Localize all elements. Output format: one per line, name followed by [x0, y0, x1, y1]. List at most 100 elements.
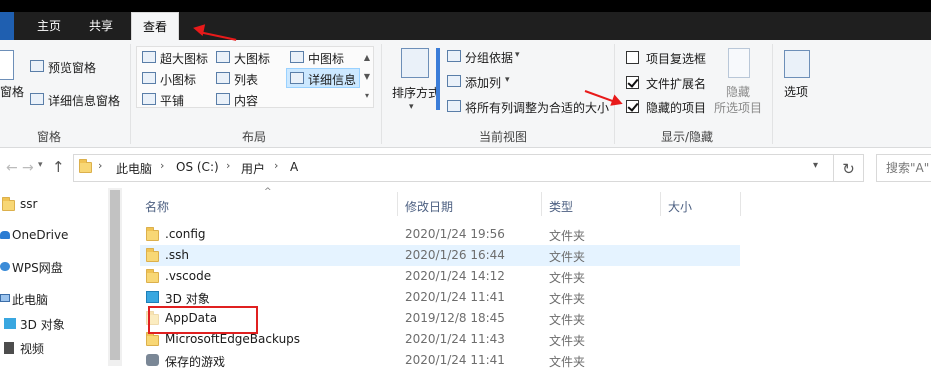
divider [130, 44, 131, 144]
nav-item-wps[interactable]: WPS网盘 [12, 259, 63, 276]
file-type: 文件夹 [549, 355, 586, 369]
column-header-name[interactable]: 名称 [145, 198, 169, 215]
chevron-right-icon[interactable]: › [274, 159, 278, 172]
sort-by-icon [401, 48, 429, 78]
item-checkboxes-label[interactable]: 项目复选框 [646, 50, 706, 67]
wps-cloud-icon [0, 262, 10, 271]
column-divider[interactable] [541, 192, 542, 216]
breadcrumb-this-pc[interactable]: 此电脑 [116, 160, 152, 177]
sort-by-dropdown-icon: ▾ [409, 102, 414, 112]
column-header-size[interactable]: 大小 [668, 198, 692, 215]
file-extensions-checkbox[interactable] [626, 76, 639, 89]
file-modified: 2020/1/24 11:41 [405, 290, 505, 304]
hidden-items-label[interactable]: 隐藏的项目 [646, 99, 706, 116]
nav-pane-icon[interactable] [0, 50, 14, 80]
folder-icon [146, 227, 159, 241]
nav-item-3d-objects[interactable]: 3D 对象 [20, 316, 65, 333]
sort-by-button[interactable]: 排序方式 [392, 84, 440, 101]
file-type: 文件夹 [549, 250, 586, 264]
options-icon [784, 50, 810, 78]
tab-home[interactable]: 主页 [28, 12, 70, 40]
details-pane-icon [30, 93, 44, 105]
item-checkboxes-checkbox[interactable] [626, 51, 639, 64]
tab-share[interactable]: 共享 [80, 12, 122, 40]
extra-large-icons-icon [142, 51, 156, 63]
file-row[interactable]: .config 2020/1/24 19:56 文件夹 [140, 224, 740, 245]
layout-details[interactable]: 详细信息 [308, 71, 356, 88]
layout-extra-large-icons[interactable]: 超大图标 [160, 50, 208, 67]
size-all-columns-button[interactable]: 将所有列调整为合适的大小 [465, 99, 609, 116]
file-row[interactable]: 保存的游戏 2020/1/24 11:41 文件夹 [140, 350, 740, 371]
breadcrumb-users[interactable]: 用户 [241, 160, 265, 177]
nav-item-ssr[interactable]: ssr [20, 197, 37, 211]
current-view-group-label: 当前视图 [478, 130, 527, 144]
file-type: 文件夹 [549, 271, 586, 285]
panes-group-label: 窗格 [36, 130, 61, 144]
folder-icon [146, 332, 159, 346]
details-icon [290, 72, 304, 84]
list-icon [216, 72, 230, 84]
column-divider[interactable] [740, 192, 741, 216]
nav-scrollbar-thumb[interactable] [110, 190, 120, 360]
breadcrumb-os-c[interactable]: OS (C:) [176, 160, 219, 174]
tab-view[interactable]: 查看 [131, 12, 179, 40]
group-by-button[interactable]: 分组依据 [465, 49, 513, 66]
nav-item-videos[interactable]: 视频 [20, 340, 44, 357]
column-header-modified[interactable]: 修改日期 [405, 198, 453, 215]
nav-item-this-pc[interactable]: 此电脑 [12, 291, 48, 308]
hide-selected-icon [728, 48, 750, 78]
annotation-highlight-box [148, 306, 258, 334]
small-icons-icon [142, 72, 156, 84]
column-divider[interactable] [660, 192, 661, 216]
add-columns-dropdown-icon: ▾ [505, 75, 510, 85]
gallery-scroll-arrows[interactable]: ▲ ▼ ▾ [362, 48, 372, 106]
add-column-icon [447, 75, 461, 87]
group-by-icon [447, 50, 461, 62]
3d-objects-icon [4, 318, 16, 329]
layout-large-icons[interactable]: 大图标 [234, 50, 270, 67]
layout-medium-icons[interactable]: 中图标 [308, 50, 344, 67]
file-name: MicrosoftEdgeBackups [165, 332, 301, 346]
file-type: 文件夹 [549, 292, 586, 306]
title-bar [0, 0, 931, 12]
chevron-right-icon[interactable]: › [160, 159, 164, 172]
file-row[interactable]: 3D 对象 2020/1/24 11:41 文件夹 [140, 287, 740, 308]
file-extensions-label[interactable]: 文件扩展名 [646, 75, 706, 92]
forward-icon[interactable]: → [22, 160, 34, 176]
tab-file[interactable] [0, 12, 14, 40]
back-icon[interactable]: ← [6, 160, 18, 176]
medium-icons-icon [290, 51, 304, 63]
file-row[interactable]: .vscode 2020/1/24 14:12 文件夹 [140, 266, 740, 287]
ribbon: 窗格 预览窗格 详细信息窗格 窗格 超大图标 大图标 中图标 小图标 列表 详细… [0, 40, 931, 148]
address-history-dropdown-icon[interactable]: ▾ [813, 160, 818, 171]
layout-content[interactable]: 内容 [234, 92, 258, 109]
column-divider[interactable] [397, 192, 398, 216]
breadcrumb-a[interactable]: A [290, 160, 298, 174]
nav-item-onedrive[interactable]: OneDrive [12, 228, 68, 242]
hidden-items-checkbox[interactable] [626, 100, 639, 113]
add-columns-button[interactable]: 添加列 [465, 74, 501, 91]
layout-small-icons[interactable]: 小图标 [160, 71, 196, 88]
layout-list[interactable]: 列表 [234, 71, 258, 88]
file-name: .vscode [165, 269, 212, 283]
nav-pane-label[interactable]: 窗格 [0, 83, 24, 100]
file-modified: 2020/1/26 16:44 [405, 248, 505, 262]
file-type: 文件夹 [549, 229, 586, 243]
videos-icon [4, 342, 14, 354]
search-input[interactable]: 搜索"A" [876, 154, 931, 182]
chevron-right-icon[interactable]: › [98, 159, 102, 172]
up-icon[interactable]: ↑ [52, 158, 65, 176]
hide-selected-line2[interactable]: 所选项目 [714, 99, 762, 116]
folder-icon [79, 159, 92, 173]
divider [772, 44, 773, 144]
options-button[interactable]: 选项 [784, 83, 808, 100]
file-row[interactable]: .ssh 2020/1/26 16:44 文件夹 [140, 245, 740, 266]
layout-tiles[interactable]: 平铺 [160, 92, 184, 109]
chevron-right-icon[interactable]: › [226, 159, 230, 172]
preview-pane-button[interactable]: 预览窗格 [48, 59, 96, 76]
recent-locations-icon[interactable]: ▾ [38, 160, 43, 170]
hide-selected-line1[interactable]: 隐藏 [726, 83, 750, 100]
refresh-icon[interactable]: ↻ [834, 154, 864, 182]
column-header-type[interactable]: 类型 [549, 198, 573, 215]
details-pane-button[interactable]: 详细信息窗格 [48, 92, 120, 109]
